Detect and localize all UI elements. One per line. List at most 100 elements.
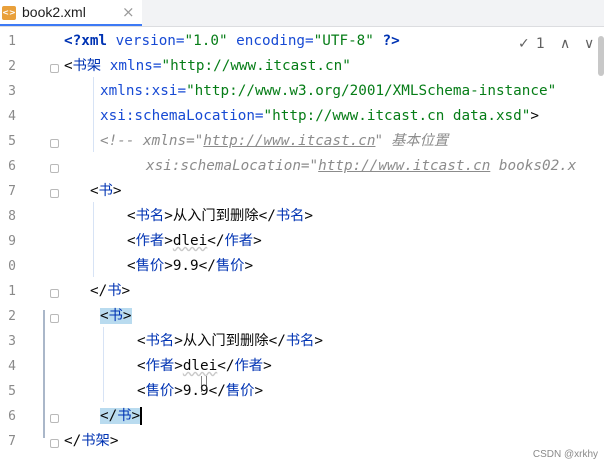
code-line: <书架 xmlns="http://www.itcast.cn"	[64, 54, 604, 79]
code-line: <书>	[100, 304, 604, 329]
tag-bracket: >	[122, 308, 132, 324]
element-text: dlei	[182, 358, 218, 374]
attr-name: xmlns=	[101, 58, 162, 74]
line-number: 5	[8, 134, 16, 149]
code-line: xmlns:xsi="http://www.w3.org/2001/XMLSch…	[100, 79, 604, 104]
fold-toggle[interactable]	[50, 139, 59, 148]
tag-bracket: <	[127, 258, 136, 274]
comment-line: xsi:schemaLocation="http://www.itcast.cn…	[146, 154, 604, 179]
comment-text: xsi:schemaLocation="	[146, 158, 319, 174]
tab-book2-xml[interactable]: <> book2.xml ×	[0, 0, 142, 26]
code-editor[interactable]: <?xml version="1.0" encoding="UTF-8" ?> …	[60, 27, 604, 464]
tag-bracket: </	[258, 208, 276, 224]
attr-value: "http://www.itcast.cn data.xsd"	[263, 108, 531, 124]
line-number: 2	[8, 59, 16, 74]
tag-name: 书架	[72, 58, 102, 74]
tag-bracket: </	[90, 283, 108, 299]
tag-bracket: </	[268, 333, 286, 349]
tag-bracket: </	[208, 383, 226, 399]
tag-name: 售价	[135, 258, 165, 274]
text-caret	[140, 407, 143, 425]
tag-bracket: >	[244, 258, 254, 274]
tag-bracket: </	[100, 408, 118, 424]
tag-bracket: >	[314, 333, 324, 349]
code-line: </书架>	[64, 429, 604, 454]
indent-guide	[93, 77, 94, 152]
tag-bracket: >	[174, 383, 183, 399]
line-number: 5	[8, 384, 16, 399]
line-number: 7	[8, 184, 16, 199]
attr-value: "http://www.w3.org/2001/XMLSchema-instan…	[186, 83, 557, 99]
line-number: 7	[8, 434, 16, 449]
mouse-ibeam-cursor	[201, 376, 207, 392]
close-icon[interactable]: ×	[122, 3, 135, 21]
tag-bracket: >	[164, 208, 173, 224]
line-number-gutter: 1 2 3 4 5 6 7 8 9 0 1 2 3 4 5 6 7	[0, 27, 60, 464]
tag-name: 作者	[135, 233, 165, 249]
tag-bracket: >	[121, 283, 131, 299]
editor-tab-bar: <> book2.xml ×	[0, 0, 604, 27]
tag-bracket: >	[112, 183, 122, 199]
tag-name: 书名	[145, 333, 175, 349]
tag-bracket: >	[304, 208, 314, 224]
code-line: </书>	[100, 404, 604, 429]
tag-name: 作者	[224, 233, 254, 249]
line-number: 3	[8, 334, 16, 349]
tag-bracket: <	[100, 308, 109, 324]
line-number: 0	[8, 259, 16, 274]
fold-toggle[interactable]	[50, 314, 59, 323]
code-line: <作者>dlei</作者>	[127, 229, 604, 254]
tag-bracket: <	[127, 208, 136, 224]
code-line: <书名>从入门到删除</书名>	[127, 204, 604, 229]
comment-text: <!-- xmlns="	[100, 133, 204, 149]
tag-name: 书	[98, 183, 113, 199]
code-line: <书名>从入门到删除</书名>	[137, 329, 604, 354]
tag-bracket: </	[64, 433, 82, 449]
tag-name: 书名	[285, 333, 315, 349]
watermark: CSDN @xrkhy	[532, 449, 598, 460]
fold-toggle[interactable]	[50, 164, 59, 173]
tag-bracket: >	[253, 233, 262, 249]
fold-toggle[interactable]	[50, 189, 59, 198]
element-text: 从入门到删除	[172, 208, 259, 224]
tag-bracket: </	[198, 258, 216, 274]
line-number: 6	[8, 409, 16, 424]
line-number: 2	[8, 309, 16, 324]
tag-bracket: </	[207, 233, 225, 249]
tag-bracket: <	[137, 383, 146, 399]
element-text: 9.9	[172, 258, 199, 274]
fold-toggle[interactable]	[50, 289, 59, 298]
fold-toggle[interactable]	[50, 414, 59, 423]
tag-bracket: >	[109, 433, 119, 449]
vertical-scrollbar[interactable]	[598, 36, 604, 76]
tag-name: 售价	[145, 383, 175, 399]
fold-toggle[interactable]	[50, 64, 59, 73]
tag-name: 书	[108, 308, 123, 324]
xml-declaration-name: xml	[81, 33, 108, 49]
fold-toggle[interactable]	[50, 439, 59, 448]
tag-bracket: <	[64, 58, 73, 74]
attr-name: xmlns:xsi=	[100, 83, 187, 99]
comment-url: http://www.itcast.cn	[203, 133, 376, 149]
tag-name: 书架	[81, 433, 110, 449]
indent-guide	[103, 327, 104, 402]
code-line: <售价>9.9</售价>	[137, 379, 604, 404]
chevron-up-icon[interactable]: ∧	[560, 36, 570, 52]
tag-bracket: >	[530, 108, 539, 124]
code-line: <书>	[90, 179, 604, 204]
tag-bracket: >	[131, 408, 141, 424]
line-number: 9	[8, 234, 16, 249]
tag-name: 书名	[275, 208, 305, 224]
matched-tag-highlight: <书>	[100, 308, 132, 324]
comment-text: books02.x	[490, 158, 577, 174]
tag-bracket: >	[164, 233, 173, 249]
matched-tag-highlight: </书>	[100, 408, 141, 424]
tag-bracket: >	[174, 333, 183, 349]
attr-name: encoding=	[227, 33, 314, 49]
xml-file-icon: <>	[2, 6, 16, 20]
tag-name: 作者	[145, 358, 175, 374]
tag-name: 售价	[215, 258, 245, 274]
tag-bracket: <	[137, 333, 146, 349]
code-line: </书>	[90, 279, 604, 304]
chevron-down-icon[interactable]: ∨	[584, 36, 594, 52]
